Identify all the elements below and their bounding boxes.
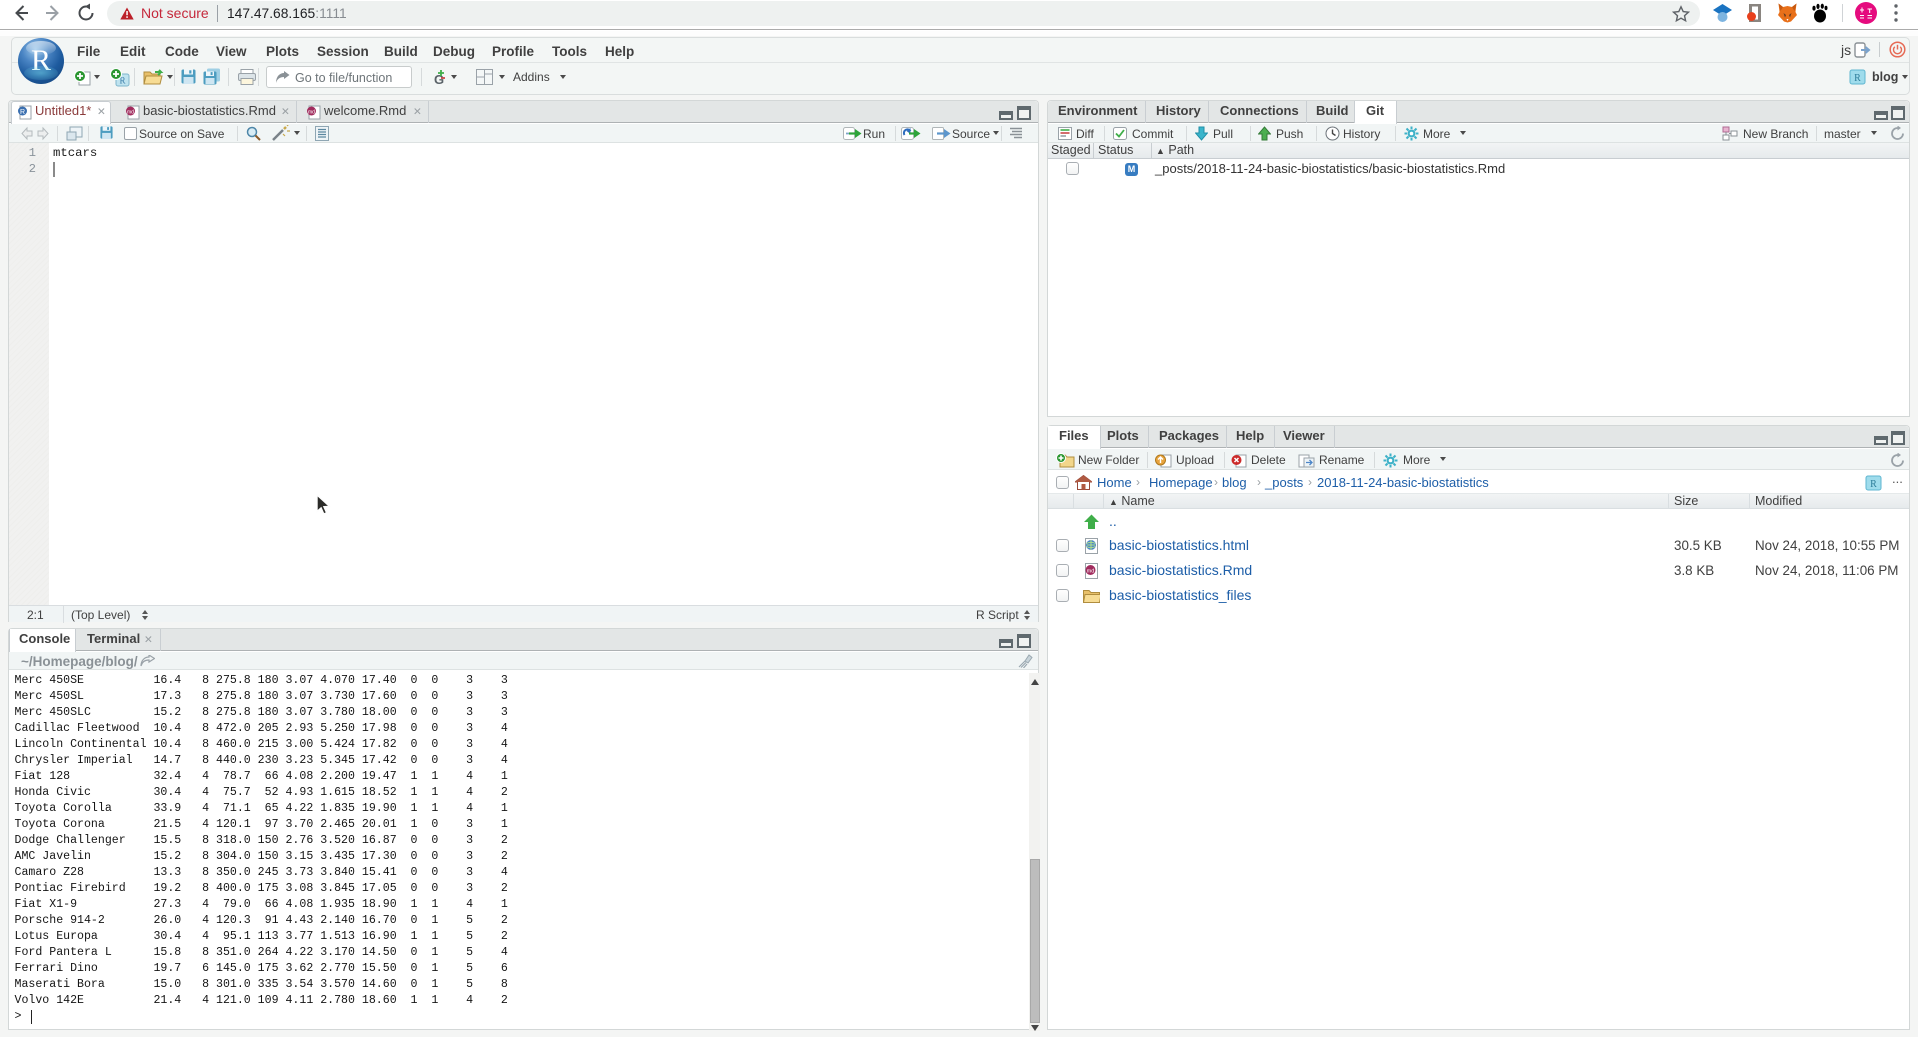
svg-text:md: md bbox=[308, 110, 315, 116]
svg-text:R: R bbox=[1854, 73, 1861, 84]
svg-text:G: G bbox=[434, 72, 444, 87]
svg-text:md: md bbox=[1087, 569, 1095, 575]
svg-text:R: R bbox=[1870, 479, 1877, 490]
svg-text:md: md bbox=[127, 110, 134, 116]
svg-text:R: R bbox=[20, 109, 25, 116]
